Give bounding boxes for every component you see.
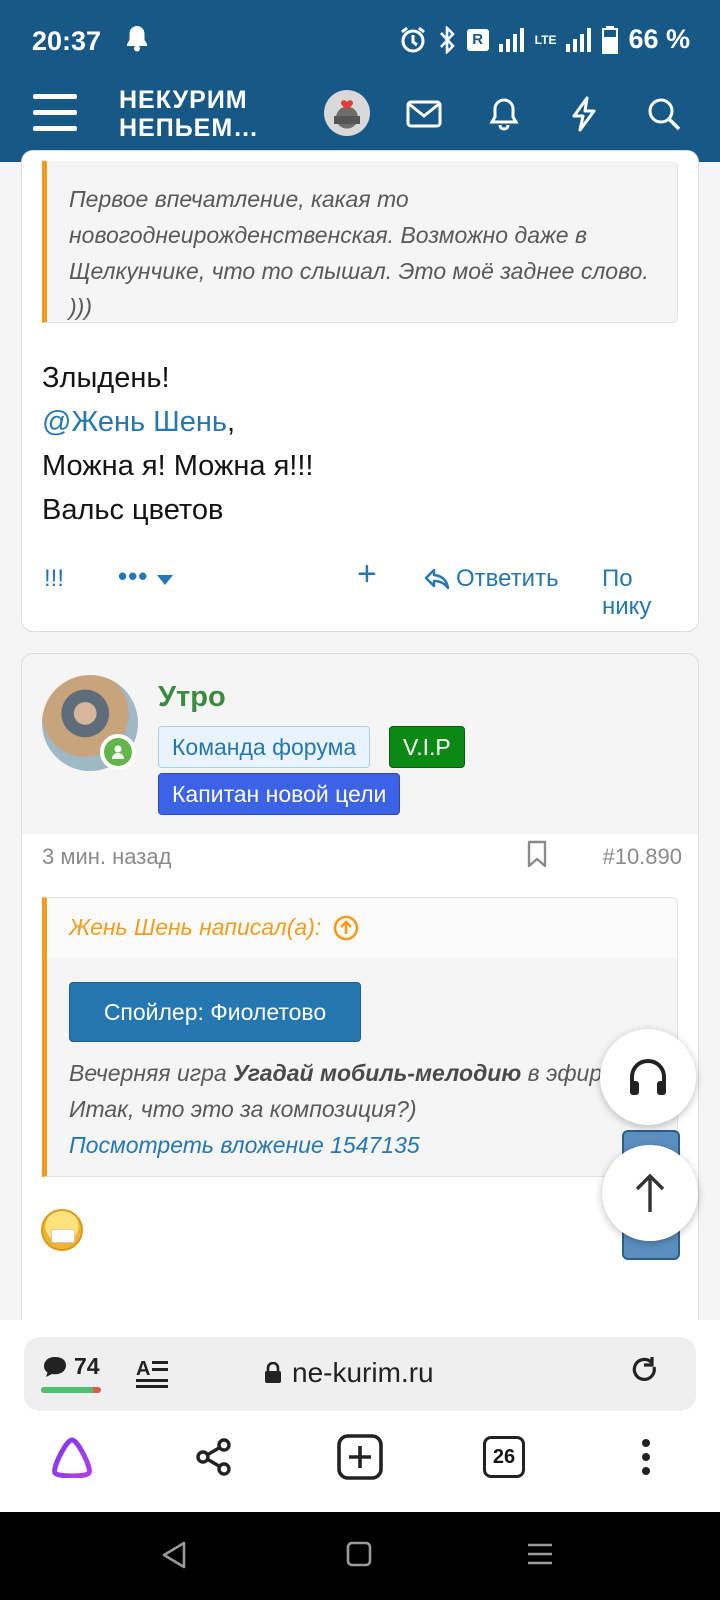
chat-bubble-icon: [44, 1356, 66, 1377]
home-icon[interactable]: [345, 1540, 377, 1572]
lock-icon: [265, 1362, 281, 1383]
signal-2-icon: [566, 27, 592, 52]
more-vert-icon[interactable]: [622, 1433, 670, 1481]
message-line: Можна я! Можна я!!!: [42, 450, 314, 482]
quote-author-link[interactable]: Жень Шень написал(а):: [69, 914, 359, 941]
lightning-icon[interactable]: [562, 92, 606, 136]
badge-captain: Капитан новой цели: [158, 773, 401, 815]
lte-label: LTE: [534, 32, 557, 47]
arrow-up-icon: [635, 1173, 665, 1212]
system-nav-bar: [0, 1512, 720, 1600]
post-actions: !!! ••• + Ответить По нику: [42, 555, 682, 620]
back-icon[interactable]: [160, 1540, 192, 1572]
quote-body: Вечерняя игра Угадай мобиль-мелодию в эф…: [69, 1055, 677, 1163]
author-username[interactable]: Утро: [158, 681, 226, 714]
post-message: Злыдень! @Жень Шень, Можна я! Можна я!!!…: [42, 356, 313, 532]
post-card: Первое впечатление, какая то новогоднеир…: [21, 150, 699, 632]
comments-counter[interactable]: 74: [42, 1353, 100, 1380]
menu-icon[interactable]: [33, 94, 77, 134]
spoiler-button[interactable]: Спойлер: Фиолетово: [69, 982, 361, 1042]
badge-vip: V.I.P: [389, 726, 465, 768]
search-icon[interactable]: [642, 92, 686, 136]
quote-text-bold: Угадай мобиль-мелодию: [233, 1060, 522, 1086]
more-dots: •••: [118, 561, 149, 591]
quote-author: Жень Шень написал(а):: [69, 914, 322, 940]
more-menu-button[interactable]: •••: [118, 561, 173, 592]
reading-progress: [41, 1387, 101, 1393]
mention-suffix: ,: [227, 406, 236, 438]
svg-text:A: A: [136, 1358, 150, 1380]
browser-toolbar: 74 A ne-kurim.ru 26: [0, 1320, 720, 1512]
r-badge-icon: R: [466, 28, 489, 51]
user-mention-link[interactable]: @Жень Шень: [42, 406, 227, 438]
quote-block: Первое впечатление, какая то новогоднеир…: [42, 161, 678, 323]
reply-icon: [424, 568, 450, 590]
tabs-button[interactable]: 26: [480, 1433, 528, 1481]
reader-mode-button[interactable]: A: [136, 1357, 170, 1395]
recents-icon[interactable]: [526, 1540, 558, 1572]
quote-block: Жень Шень написал(а): Спойлер: Фиолетово…: [42, 897, 678, 1177]
audio-player-button[interactable]: [600, 1029, 696, 1125]
quote-text: Первое впечатление, какая то новогоднеир…: [69, 186, 649, 320]
quote-header: Жень Шень написал(а):: [47, 898, 677, 958]
post-number[interactable]: #10.890: [602, 844, 682, 870]
quote-line: Итак, что это за композиция?): [69, 1096, 417, 1122]
alice-assistant-icon[interactable]: [48, 1433, 96, 1481]
post-time[interactable]: 3 мин. назад: [42, 844, 171, 870]
battery-icon: [602, 25, 619, 54]
reply-label: Ответить: [456, 565, 559, 592]
bookmark-icon[interactable]: [526, 840, 548, 874]
post-user-header: Утро Команда форума V.I.P Капитан новой …: [22, 654, 698, 834]
comments-count: 74: [74, 1353, 100, 1379]
arrow-up-circle-icon: [333, 915, 359, 940]
status-icons: R LTE 66 %: [399, 24, 690, 55]
multi-quote-button[interactable]: +: [357, 555, 377, 594]
react-button[interactable]: !!!: [44, 565, 64, 593]
message-line: Вальс цветов: [42, 494, 224, 526]
user-avatar[interactable]: [324, 90, 370, 136]
alerts-bell-icon[interactable]: [482, 92, 526, 136]
reload-icon[interactable]: [630, 1355, 660, 1394]
new-tab-icon[interactable]: [336, 1433, 384, 1481]
url-display[interactable]: ne-kurim.ru: [264, 1357, 434, 1389]
scroll-top-button[interactable]: [602, 1145, 698, 1241]
tabs-count: 26: [483, 1436, 525, 1478]
smiley-icon: [41, 1209, 83, 1251]
post-card: Утро Команда форума V.I.P Капитан новой …: [21, 653, 699, 1333]
logo-line-1: НЕКУРИМ: [119, 86, 248, 114]
online-status-icon: [100, 734, 136, 770]
badge-team: Команда форума: [158, 726, 371, 768]
caret-down-icon: [156, 575, 173, 585]
bluetooth-icon: [439, 25, 455, 54]
message-line: Злыдень!: [42, 362, 170, 394]
quote-text-start: Вечерняя игра: [69, 1060, 234, 1086]
logo-line-2: НЕПЬЕМ…: [119, 114, 260, 142]
status-bar: 20:37 R LTE 66 %: [0, 0, 720, 80]
battery-level: 66 %: [628, 24, 690, 54]
signal-icon: [498, 27, 524, 52]
notification-bell-icon: [124, 24, 150, 57]
clock: 20:37: [32, 26, 102, 56]
headphones-icon: [630, 1058, 666, 1095]
share-icon[interactable]: [190, 1433, 238, 1481]
mail-icon[interactable]: [402, 92, 446, 136]
reader-icon: A: [136, 1358, 168, 1388]
reply-button[interactable]: Ответить: [424, 565, 559, 593]
by-nick-button[interactable]: По нику: [602, 565, 682, 621]
url-text: ne-kurim.ru: [292, 1357, 434, 1388]
site-logo[interactable]: НЕКУРИМ НЕПЬЕМ…: [119, 86, 259, 142]
alarm-icon: [400, 26, 425, 52]
address-bar[interactable]: 74 A ne-kurim.ru: [24, 1337, 696, 1411]
attachment-link[interactable]: Посмотреть вложение 1547135: [69, 1127, 677, 1163]
